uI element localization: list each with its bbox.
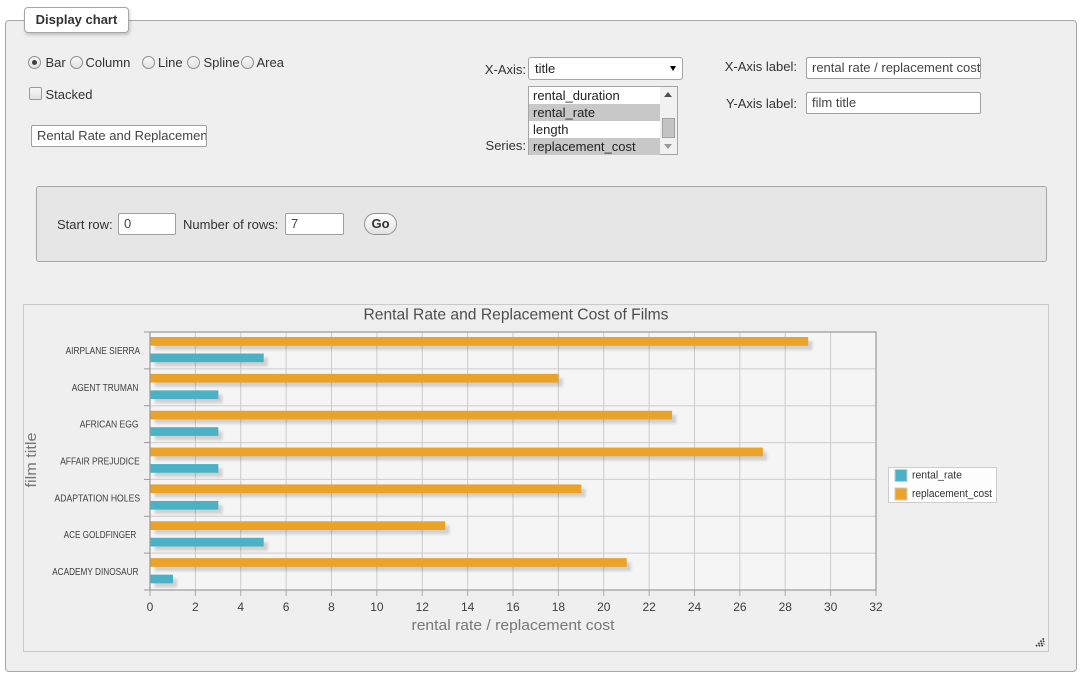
svg-text:16: 16 — [506, 600, 520, 614]
svg-text:AFFAIR PREJUDICE: AFFAIR PREJUDICE — [60, 457, 140, 468]
svg-text:AIRPLANE SIERRA: AIRPLANE SIERRA — [66, 346, 141, 357]
svg-text:12: 12 — [416, 600, 430, 614]
svg-text:28: 28 — [779, 600, 793, 614]
svg-text:24: 24 — [688, 600, 702, 614]
svg-text:10: 10 — [370, 600, 384, 614]
svg-text:4: 4 — [237, 600, 244, 614]
svg-text:6: 6 — [283, 600, 290, 614]
svg-text:20: 20 — [597, 600, 611, 614]
svg-text:18: 18 — [552, 600, 566, 614]
svg-text:ADAPTATION HOLES: ADAPTATION HOLES — [55, 493, 141, 504]
svg-text:32: 32 — [869, 600, 883, 614]
svg-text:14: 14 — [461, 600, 475, 614]
svg-text:rental_rate: rental_rate — [912, 470, 962, 482]
svg-text:ACADEMY DINOSAUR: ACADEMY DINOSAUR — [52, 567, 138, 578]
svg-text:replacement_cost: replacement_cost — [912, 488, 992, 500]
svg-text:AGENT TRUMAN: AGENT TRUMAN — [72, 383, 139, 394]
svg-text:0: 0 — [147, 600, 154, 614]
svg-text:film title: film title — [24, 433, 40, 488]
svg-text:8: 8 — [328, 600, 335, 614]
svg-text:2: 2 — [192, 600, 199, 614]
svg-text:Rental Rate and Replacement Co: Rental Rate and Replacement Cost of Film… — [364, 307, 669, 324]
svg-text:30: 30 — [824, 600, 838, 614]
svg-text:26: 26 — [733, 600, 747, 614]
svg-text:ACE GOLDFINGER: ACE GOLDFINGER — [64, 530, 137, 541]
svg-text:AFRICAN EGG: AFRICAN EGG — [80, 420, 139, 431]
svg-text:22: 22 — [642, 600, 656, 614]
svg-text:rental rate / replacement cost: rental rate / replacement cost — [412, 617, 616, 634]
